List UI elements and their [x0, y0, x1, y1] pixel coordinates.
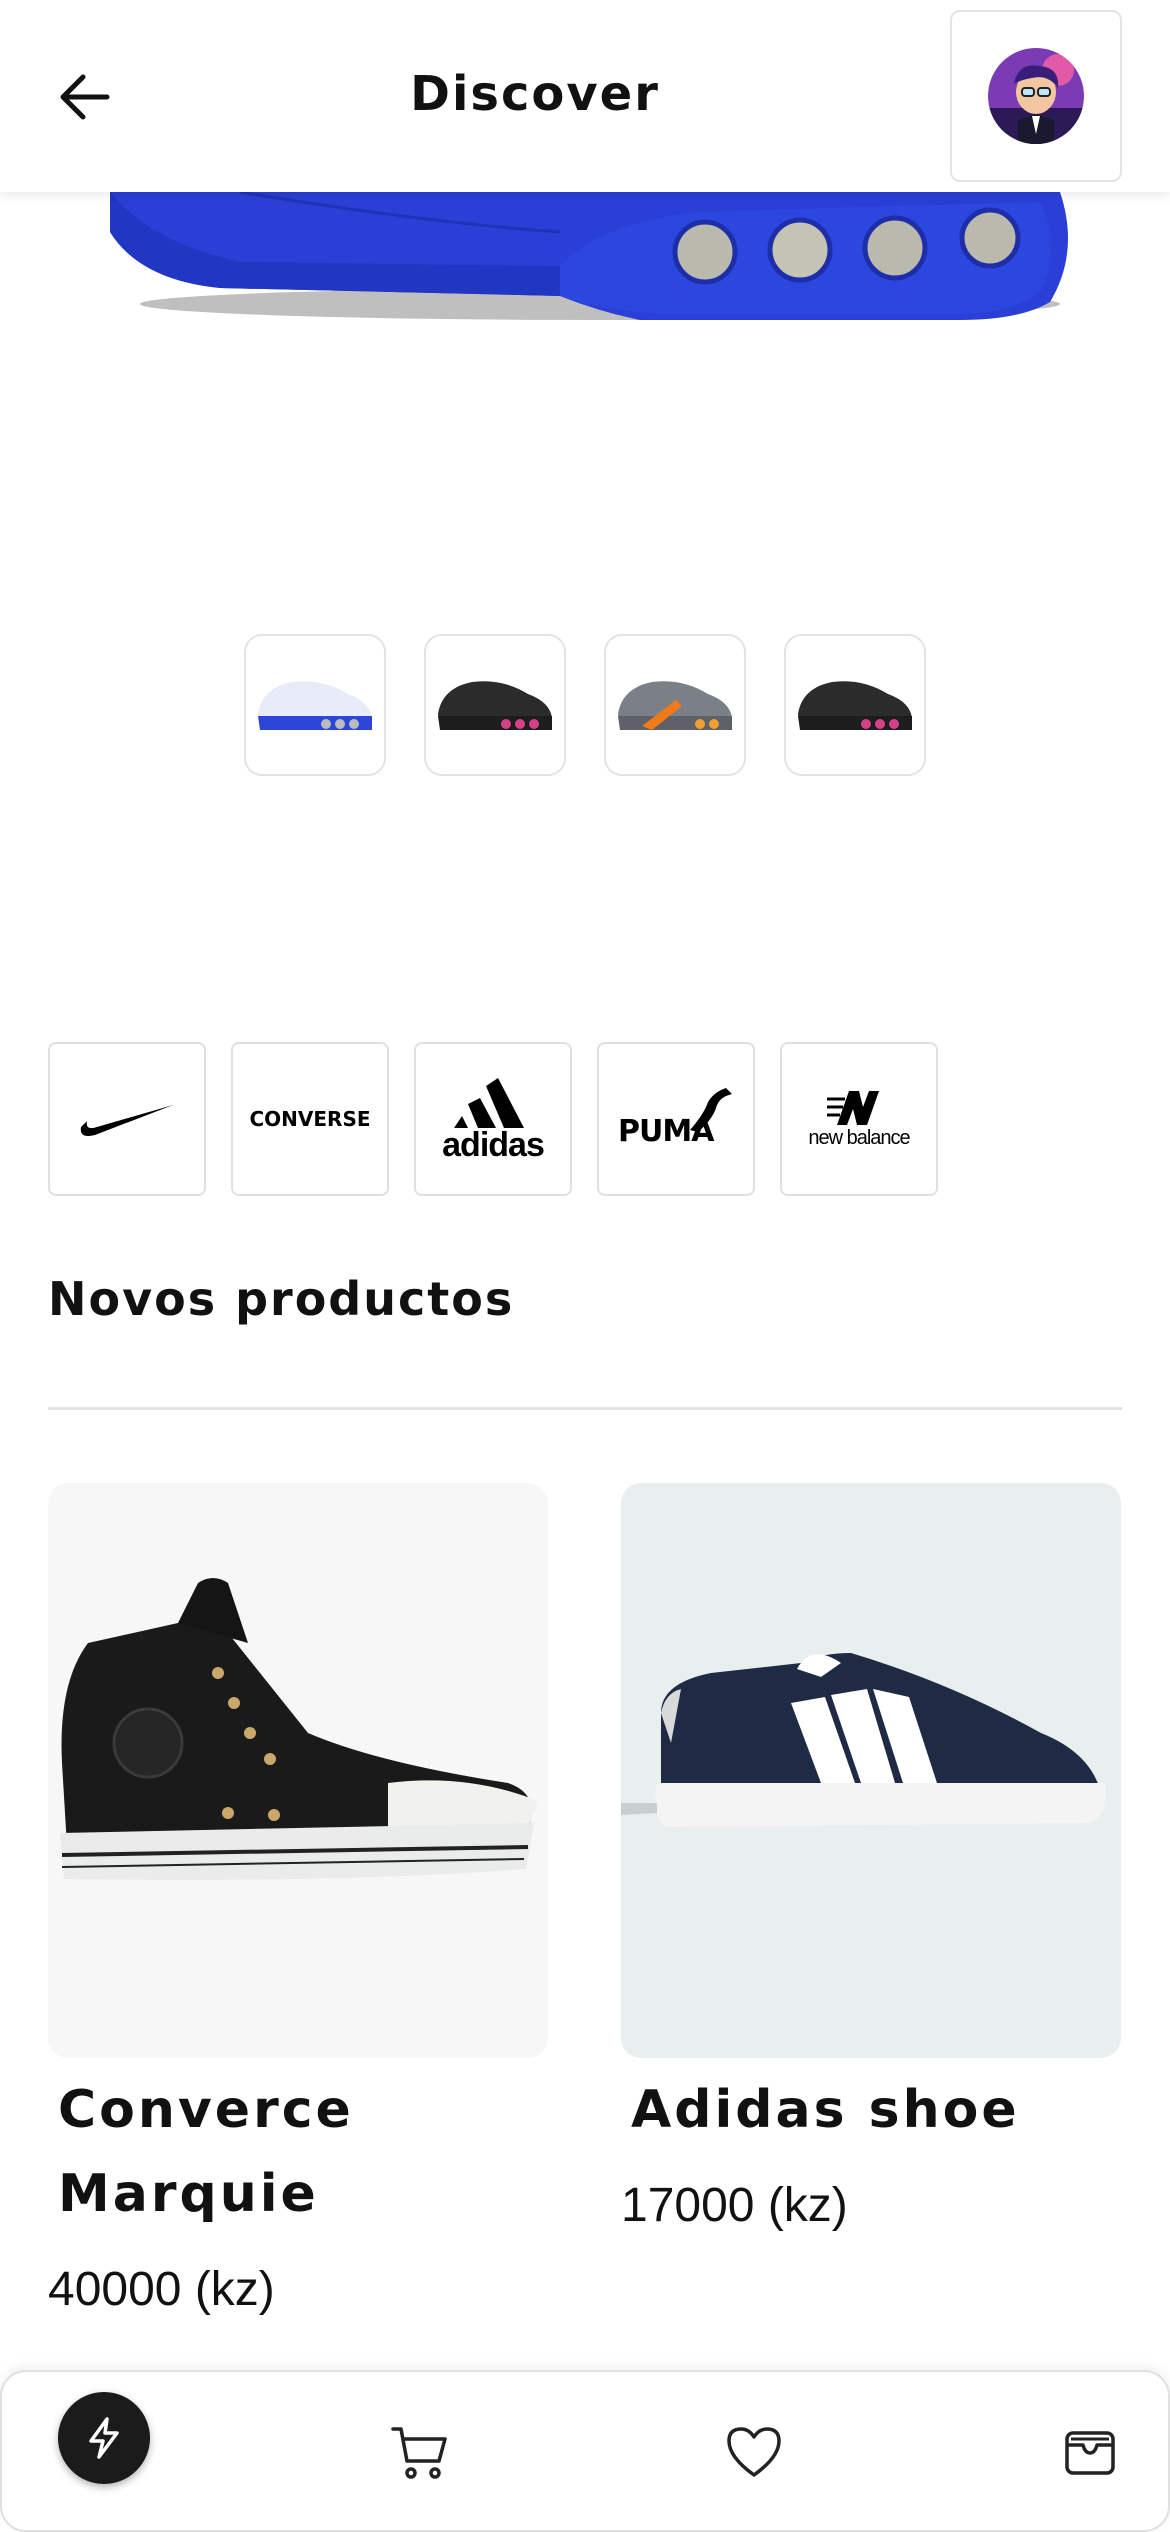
- brand-new-balance[interactable]: new balance: [780, 1042, 938, 1196]
- sneaker-image: [438, 681, 552, 730]
- nike-logo: [80, 1105, 173, 1136]
- product-card-image-converse[interactable]: [48, 1483, 548, 2058]
- product-name-line2: Marquie: [58, 2164, 319, 2224]
- thumbnail-grey-orange-sneaker[interactable]: [604, 634, 746, 776]
- converse-logo: CONVERSE: [249, 1107, 371, 1131]
- product-name-line1: Converce: [58, 2080, 354, 2140]
- hero-product-image: [0, 192, 1170, 342]
- product-card-image-adidas[interactable]: [621, 1483, 1121, 2058]
- product-price: 17000 (kz): [621, 2179, 848, 2232]
- wallet-icon: [1065, 2431, 1115, 2475]
- cart-icon: [391, 2427, 447, 2479]
- lightning-icon: [89, 2417, 119, 2459]
- nav-wallet-button[interactable]: [1050, 2412, 1130, 2492]
- puma-logo: PUMA: [616, 1084, 736, 1154]
- new-balance-logo: new balance: [808, 1089, 911, 1150]
- brand-adidas[interactable]: adidas: [414, 1042, 572, 1196]
- converse-shoe-image: [60, 1578, 538, 1880]
- nav-favorites-button[interactable]: [714, 2412, 794, 2492]
- sneaker-image: [798, 681, 912, 730]
- adidas-shoe-image: [621, 1653, 1106, 1827]
- nav-cart-button[interactable]: [380, 2412, 460, 2492]
- product-price: 40000 (kz): [48, 2263, 275, 2316]
- thumbnail-black-pink-sneaker-2[interactable]: [784, 634, 926, 776]
- page-title: Discover: [410, 66, 660, 122]
- sneaker-image: [618, 681, 732, 730]
- brand-puma[interactable]: PUMA: [597, 1042, 755, 1196]
- adidas-logo: adidas: [442, 1076, 545, 1162]
- user-avatar: [988, 48, 1084, 144]
- top-app-bar: Discover: [0, 0, 1170, 192]
- sneaker-image: [258, 681, 372, 730]
- section-title: Novos productos: [48, 1272, 515, 1326]
- profile-button[interactable]: [950, 10, 1122, 182]
- divider: [48, 1407, 1122, 1410]
- bottom-navigation: [0, 2370, 1170, 2532]
- thumbnail-black-pink-sneaker[interactable]: [424, 634, 566, 776]
- brand-converse[interactable]: CONVERSE: [231, 1042, 389, 1196]
- thumbnail-blue-sneaker[interactable]: [244, 634, 386, 776]
- brand-nike[interactable]: [48, 1042, 206, 1196]
- nav-home-button[interactable]: [58, 2392, 150, 2484]
- heart-icon: [727, 2427, 781, 2477]
- product-name: Adidas shoe: [631, 2080, 1020, 2140]
